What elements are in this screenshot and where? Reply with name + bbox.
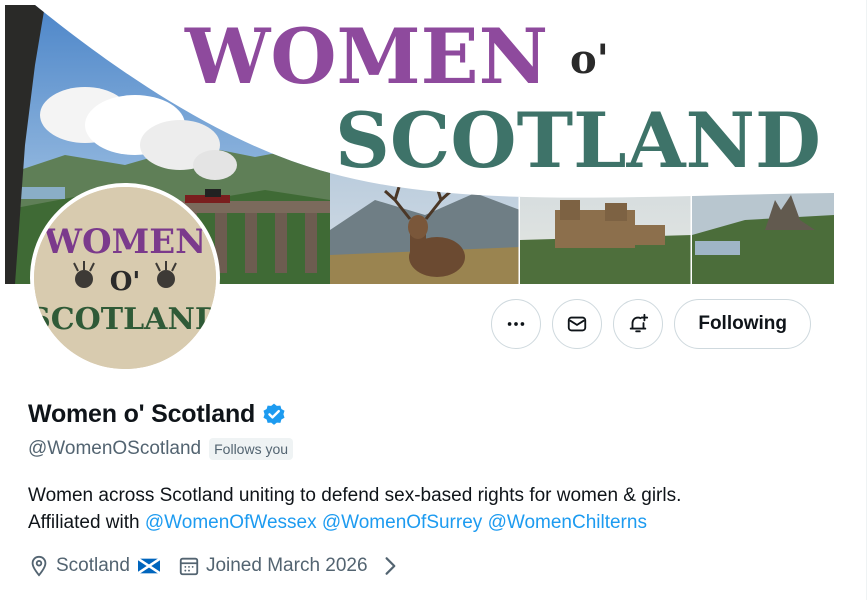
bio-affiliated-label: Affiliated with (28, 512, 140, 533)
verified-badge-icon[interactable] (261, 402, 287, 428)
message-button[interactable] (552, 299, 603, 349)
profile-avatar[interactable]: WOMEN O' SCOTLAND (30, 183, 220, 373)
user-handle: @WomenOScotland (28, 438, 202, 459)
profile-actions: Following (491, 299, 811, 349)
avatar-line-women: WOMEN (43, 222, 206, 262)
avatar-line-scotland: SCOTLAND (34, 302, 216, 337)
location-text: Scotland (56, 555, 130, 576)
avatar-image: WOMEN O' SCOTLAND (34, 187, 216, 369)
avatar-line-o: O' (110, 267, 141, 297)
more-button[interactable] (491, 299, 542, 349)
profile-page: WOMEN o' SCOTLAND WOMEN O' SCOTLAND Foll… (0, 0, 867, 600)
location-pin-icon (31, 555, 47, 577)
follows-you-badge: Follows you (209, 438, 294, 460)
profile-bio: Women across Scotland uniting to defend … (28, 482, 828, 536)
profile-name-row: Women o' Scotland (28, 400, 287, 429)
profile-meta: Scotland Joined March 2026 (28, 555, 420, 577)
notifications-button[interactable] (613, 299, 664, 349)
location-item: Scotland (28, 555, 160, 577)
banner-title-scotland: SCOTLAND (335, 96, 821, 185)
display-name: Women o' Scotland (28, 400, 256, 428)
joined-text: Joined March 2026 (205, 555, 368, 576)
banner-title-connector: o' (570, 36, 609, 83)
more-icon (508, 322, 525, 326)
mention-link[interactable]: @WomenOfSurrey (322, 512, 482, 533)
banner-title-women: WOMEN (184, 12, 548, 101)
mention-link[interactable]: @WomenOfWessex (145, 512, 317, 533)
bio-affiliations: Affiliated with @WomenOfWessex @WomenOfS… (28, 509, 828, 536)
bell-plus-icon (630, 313, 649, 333)
mention-link[interactable]: @WomenChilterns (488, 512, 647, 533)
bio-line: Women across Scotland uniting to defend … (28, 485, 682, 506)
chevron-right-icon (385, 557, 395, 575)
scotland-flag-icon (137, 557, 160, 575)
following-button[interactable]: Following (674, 299, 811, 349)
mail-icon (568, 316, 587, 332)
calendar-icon (179, 557, 199, 576)
joined-item[interactable]: Joined March 2026 (178, 555, 402, 577)
profile-handle-row: @WomenOScotland Follows you (28, 438, 294, 460)
